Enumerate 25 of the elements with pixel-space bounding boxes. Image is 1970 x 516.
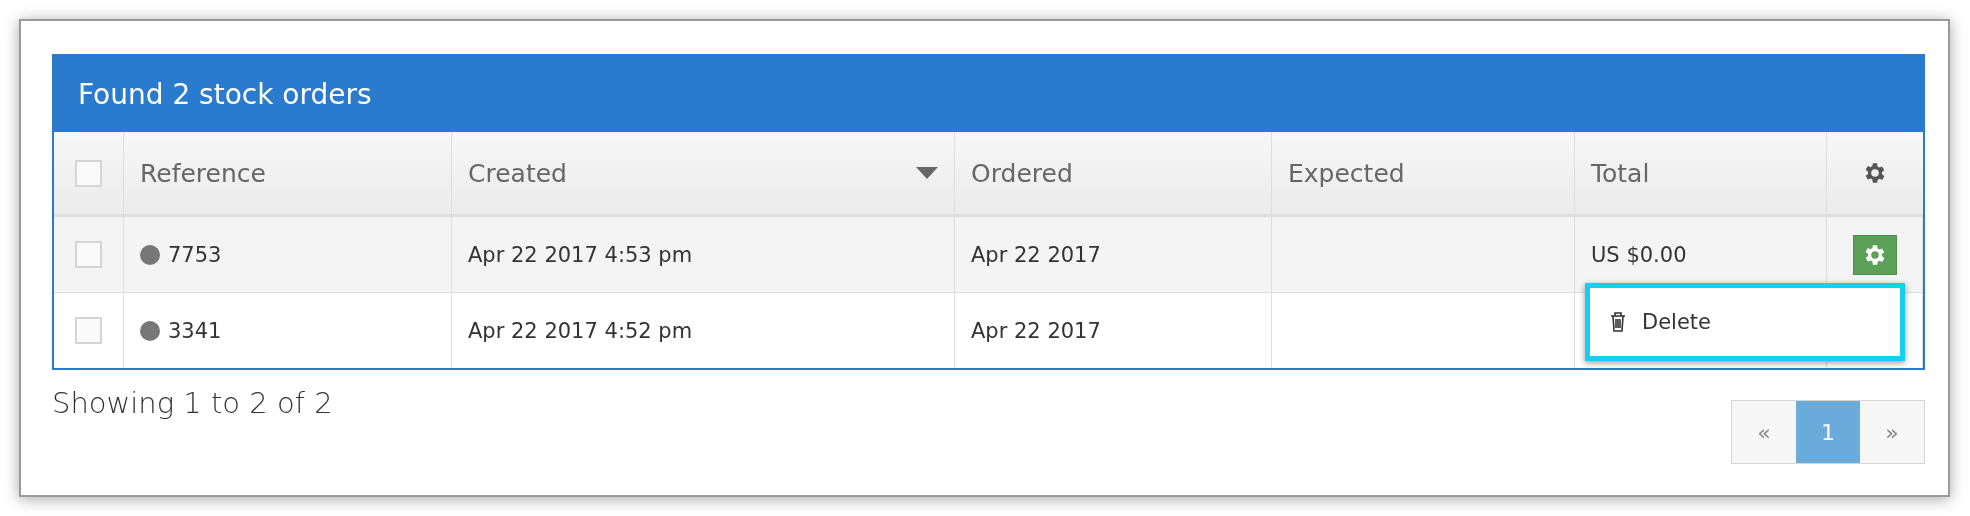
column-header[interactable]: Total: [1591, 158, 1650, 188]
panel-title: Found 2 stock orders: [54, 56, 1923, 132]
delete-menu-item[interactable]: Delete: [1596, 294, 1894, 350]
trash-icon: [1610, 312, 1626, 332]
table-cell: Apr 22 2017 4:53 pm: [468, 242, 693, 267]
column-header[interactable]: Created: [468, 158, 567, 188]
column-header[interactable]: Reference: [140, 158, 266, 188]
select-all-checkbox[interactable]: [75, 159, 102, 187]
table-cell: Apr 22 2017: [971, 242, 1101, 267]
row-checkbox[interactable]: [75, 317, 102, 344]
row-settings-button[interactable]: [1852, 234, 1897, 275]
table-cell: Apr 22 2017: [971, 318, 1101, 343]
status-dot-icon: [140, 320, 160, 341]
page-button[interactable]: »: [1860, 401, 1924, 463]
table-cell: 7753: [168, 242, 222, 267]
table-row[interactable]: 7753 Apr 22 2017 4:53 pm Apr 22 2017 US $0.00: [54, 217, 1923, 293]
page-button[interactable]: «: [1732, 401, 1796, 463]
column-header[interactable]: Ordered: [971, 158, 1073, 188]
table-cell: Apr 22 2017 4:52 pm: [468, 318, 693, 343]
table-cell: 3341: [168, 318, 222, 343]
table-cell: US $0.00: [1591, 242, 1687, 267]
row-checkbox[interactable]: [75, 241, 102, 268]
results-summary: Showing 1 to 2 of 2: [52, 386, 333, 420]
status-dot-icon: [140, 244, 160, 265]
column-header[interactable]: Expected: [1288, 158, 1405, 188]
